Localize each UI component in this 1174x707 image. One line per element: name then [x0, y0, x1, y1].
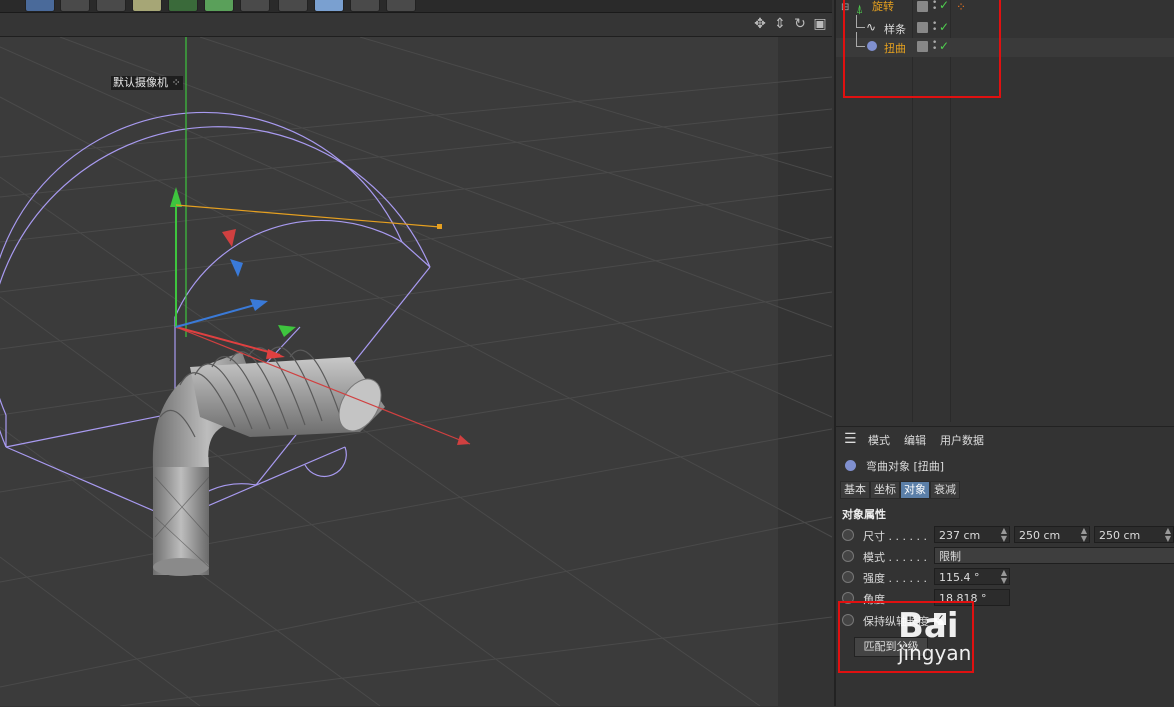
section-title: 对象属性 [842, 508, 886, 521]
tab-falloff[interactable]: 衰减 [930, 481, 960, 499]
attribute-manager: ☰ 模式 编辑 用户数据 弯曲对象 [扭曲] 基本 坐标 对象 衰减 对象属性 … [836, 426, 1174, 707]
spinner-icon: ▲ ▼ [1000, 568, 1007, 585]
light-tool-icon[interactable] [386, 0, 416, 12]
hamburger-icon[interactable]: ☰ [844, 431, 857, 447]
right-panel: ⊟ ⍋ 旋转 •• ✓ ⁘ ∿ 样条 •• ✓ 扭曲 •• ✓ ☰ 模式 [834, 0, 1174, 707]
spline-tool-icon[interactable] [60, 0, 90, 12]
bend-deformer-icon [845, 460, 856, 471]
param-label: 尺寸 . . . . . . [863, 530, 927, 543]
main-toolbar [0, 0, 832, 13]
highlight-box-objects [843, 0, 1001, 98]
keyframe-radio[interactable] [842, 529, 854, 541]
baidu-watermark: Bai jingyan [898, 608, 971, 664]
viewport-side-shade [778, 37, 832, 706]
keyframe-radio[interactable] [842, 550, 854, 562]
size-z-field[interactable]: 250 cm ▲ ▼ [1094, 526, 1174, 543]
param-mode: 模式 . . . . . . 限制 [836, 546, 1174, 566]
scene-tool-icon[interactable] [278, 0, 308, 12]
menu-user-data[interactable]: 用户数据 [940, 432, 984, 448]
tab-basic[interactable]: 基本 [840, 481, 870, 499]
param-strength: 强度 . . . . . . 115.4 ° ▲ ▼ [836, 567, 1174, 587]
spinner-icon: ▲ ▼ [1000, 526, 1007, 543]
field-tool-icon[interactable] [240, 0, 270, 12]
size-y-field[interactable]: 250 cm ▲ ▼ [1014, 526, 1090, 543]
menu-mode[interactable]: 模式 [868, 432, 890, 448]
keyframe-radio[interactable] [842, 571, 854, 583]
camera-dots-icon: ⁘ [171, 76, 181, 89]
param-size: 尺寸 . . . . . . 237 cm ▲ ▼ 250 cm ▲ ▼ 250 cm ▲… [836, 525, 1174, 545]
zoom-icon[interactable]: ⇕ [772, 16, 788, 32]
camera-tool-icon[interactable] [350, 0, 380, 12]
watermark-line1: Bai [898, 606, 959, 646]
rotate-icon[interactable]: ↻ [792, 16, 808, 32]
deformer-tool-icon[interactable] [204, 0, 234, 12]
param-label: 强度 . . . . . . [863, 572, 927, 585]
viewport-header: ✥ ⇕ ↻ ▣ [0, 13, 832, 37]
floor-tool-icon[interactable] [314, 0, 344, 12]
strength-field[interactable]: 115.4 ° ▲ ▼ [934, 568, 1010, 585]
object-manager: ⊟ ⍋ 旋转 • • ✓ ⁘ ∿ 样条 • • ✓ 扭曲 • • ✓ [836, 0, 1174, 422]
pen-tool-icon[interactable] [96, 0, 126, 12]
tab-object[interactable]: 对象 [900, 481, 930, 499]
object-title: 弯曲对象 [扭曲] [866, 460, 945, 473]
mode-select[interactable]: 限制 [934, 547, 1174, 564]
spinner-icon: ▲ ▼ [1080, 526, 1087, 543]
viewport-scene [0, 37, 832, 706]
maximize-icon[interactable]: ▣ [812, 16, 828, 32]
spinner-icon: ▲ ▼ [1164, 526, 1171, 543]
array-tool-icon[interactable] [168, 0, 198, 12]
move-icon[interactable]: ✥ [752, 16, 768, 32]
size-x-field[interactable]: 237 cm ▲ ▼ [934, 526, 1010, 543]
camera-label-text: 默认摄像机 [113, 76, 168, 89]
camera-label[interactable]: 默认摄像机 ⁘ [111, 76, 183, 90]
3d-viewport[interactable]: 默认摄像机 ⁘ [0, 37, 832, 706]
watermark-line2: jingyan [898, 641, 972, 665]
tab-coords[interactable]: 坐标 [870, 481, 900, 499]
cube-tool-icon[interactable] [25, 0, 55, 12]
generator-tool-icon[interactable] [132, 0, 162, 12]
param-label: 模式 . . . . . . [863, 551, 927, 564]
menu-edit[interactable]: 编辑 [904, 432, 926, 448]
